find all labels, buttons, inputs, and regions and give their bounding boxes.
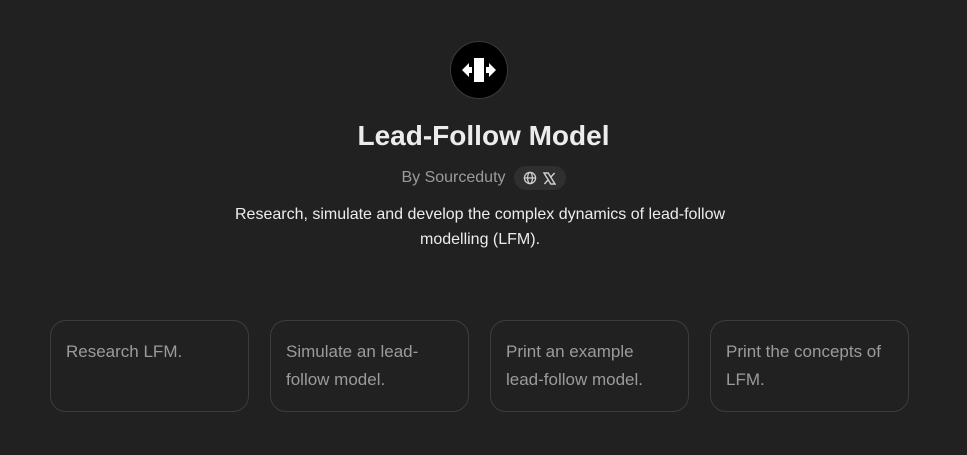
social-links [513, 166, 566, 190]
starter-card[interactable]: Research LFM. [50, 320, 249, 412]
x-logo-icon[interactable] [543, 171, 557, 185]
gpt-description: Research, simulate and develop the compl… [234, 206, 726, 248]
gpt-title: Lead-Follow Model [357, 120, 610, 151]
gpt-byline: By Sourceduty [0, 166, 967, 190]
conversation-starters: Research LFM. Simulate an lead-follow mo… [50, 320, 909, 412]
starter-label: Print the concepts of LFM. [726, 342, 881, 389]
starter-label: Research LFM. [66, 342, 183, 361]
gpt-landing: Lead-Follow Model By Sourceduty Research… [0, 0, 967, 455]
starter-card[interactable]: Print an example lead-follow model. [490, 320, 689, 412]
starter-card[interactable]: Print the concepts of LFM. [710, 320, 909, 412]
author-label: By Sourceduty [401, 169, 506, 186]
globe-icon[interactable] [523, 171, 537, 185]
left-right-arrows-block-icon [462, 58, 496, 82]
starter-label: Print an example lead-follow model. [506, 342, 644, 389]
gpt-logo [450, 41, 508, 99]
starter-card[interactable]: Simulate an lead-follow model. [270, 320, 469, 412]
starter-label: Simulate an lead-follow model. [286, 342, 419, 389]
